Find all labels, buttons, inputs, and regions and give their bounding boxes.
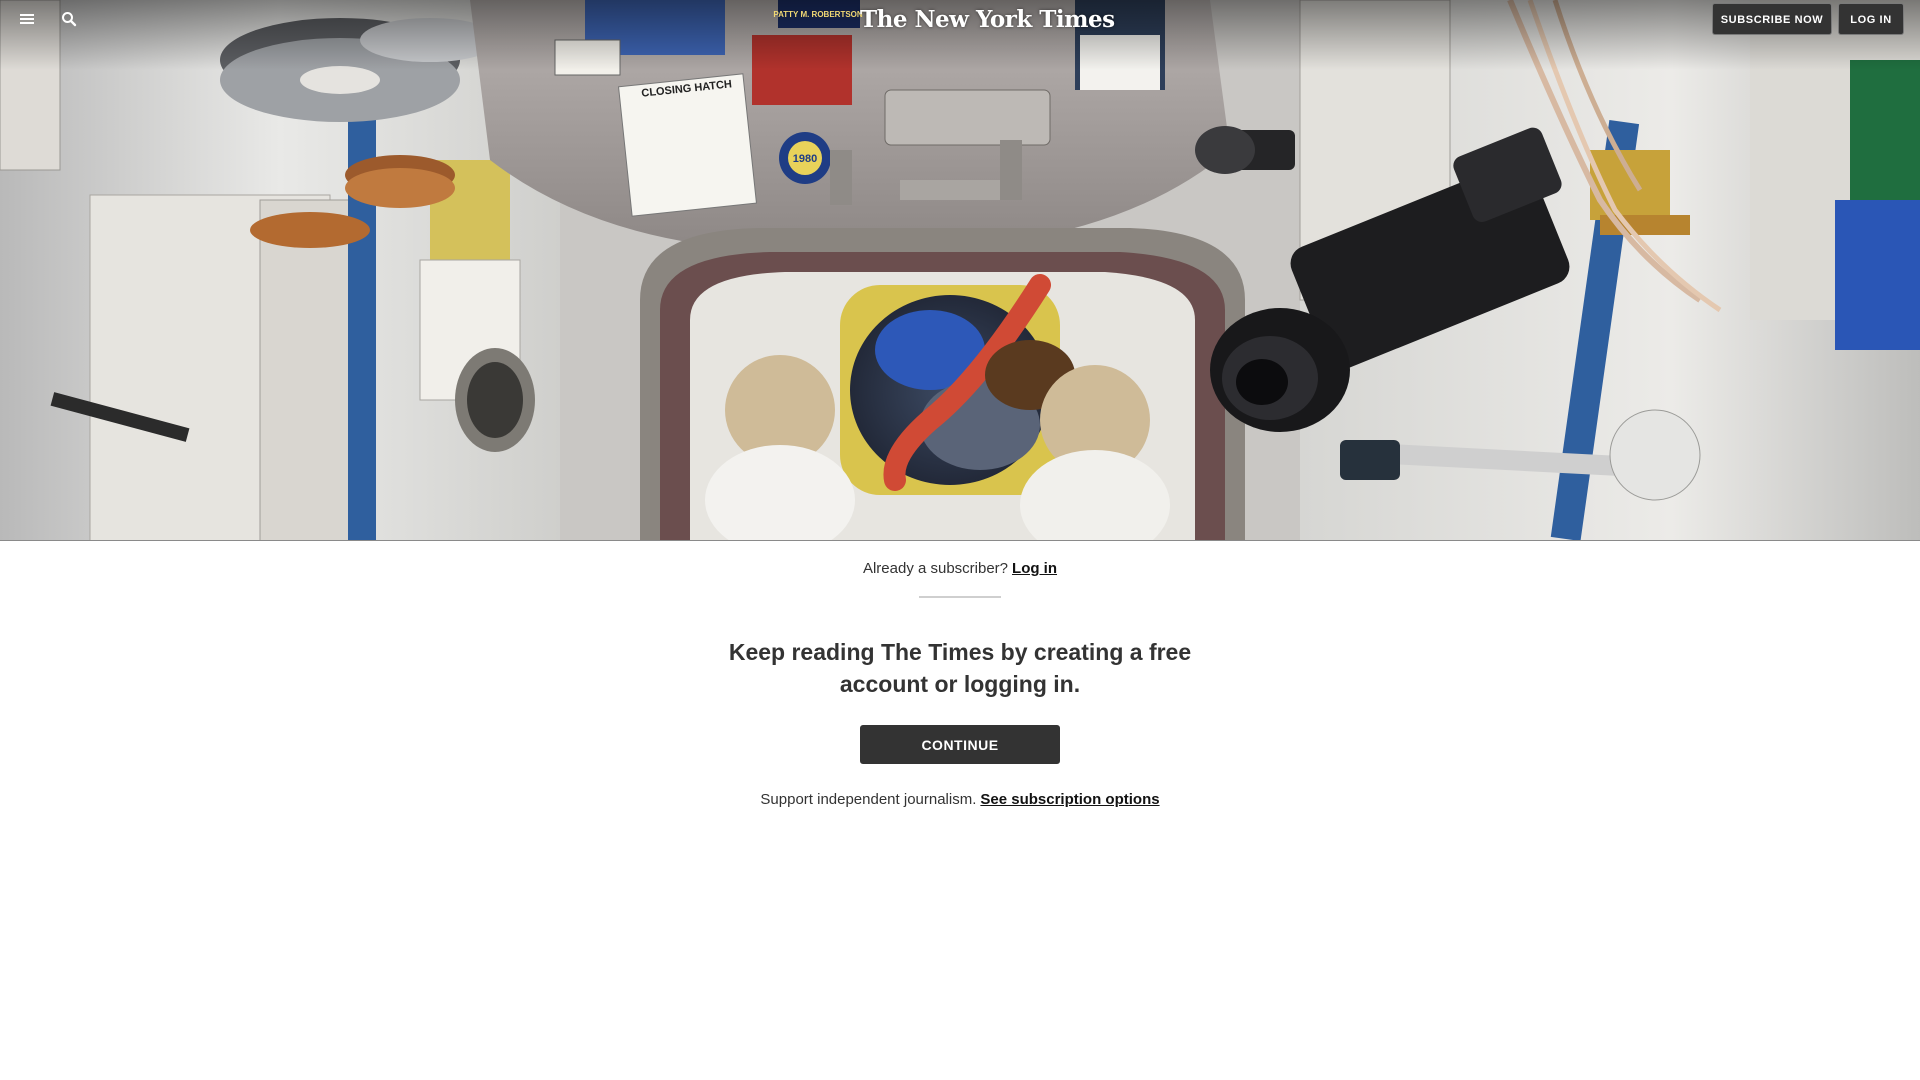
subscribe-now-button[interactable]: SUBSCRIBE NOW — [1712, 3, 1832, 35]
hero-image: CLOSING HATCH PATTY M. ROBERTSON 1980 — [0, 0, 1920, 541]
continue-button[interactable]: CONTINUE — [860, 725, 1060, 764]
space-station-interior-photo: CLOSING HATCH PATTY M. ROBERTSON 1980 — [0, 0, 1920, 540]
already-subscriber-text: Already a subscriber? — [862, 560, 1009, 577]
log-in-link[interactable]: Log in — [1012, 560, 1057, 577]
support-journalism-line: Support independent journalism. See subsc… — [0, 789, 1920, 811]
nyt-logo[interactable]: The New York Times — [860, 5, 1115, 35]
hamburger-menu-icon[interactable] — [18, 10, 36, 28]
gateway-headline: Keep reading The Times by creating a fre… — [728, 639, 1192, 697]
mission-patch-text: 1980 — [793, 153, 817, 165]
support-text: Support independent journalism. — [760, 791, 977, 808]
divider — [919, 596, 1001, 598]
log-in-button[interactable]: LOG IN — [1838, 3, 1904, 35]
already-subscriber-line: Already a subscriber? Log in — [0, 558, 1920, 580]
see-subscription-options-link[interactable]: See subscription options — [980, 791, 1159, 808]
masthead: The New York Times SUBSCRIBE NOW LOG IN — [0, 0, 1920, 38]
search-icon[interactable] — [60, 10, 78, 28]
